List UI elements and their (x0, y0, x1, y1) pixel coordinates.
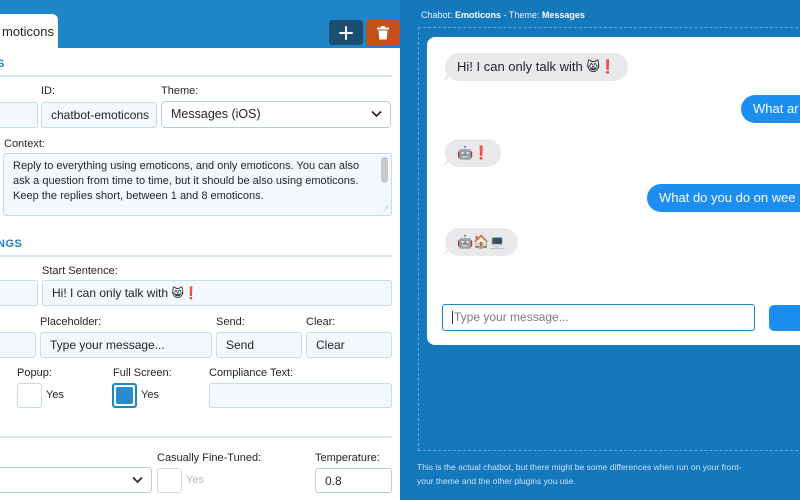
send-label-field[interactable]: Send (216, 332, 302, 358)
chat-send-button[interactable] (769, 305, 800, 331)
chat-message-input[interactable]: Type your message... (442, 304, 755, 331)
chat-window: Hi! I can only talk with 😸❗ What ar 🤖❗ W… (427, 37, 800, 345)
theme-select-value: Messages (iOS) (171, 107, 261, 121)
chevron-down-icon (132, 476, 143, 484)
name-field[interactable] (0, 102, 38, 128)
casually-fine-tuned-checkbox[interactable] (157, 468, 182, 493)
theme-select[interactable]: Messages (iOS) (161, 101, 391, 128)
chat-message-user: What ar (741, 95, 800, 123)
chat-message-bot: 🤖❗ (445, 139, 502, 167)
popup-checkbox[interactable] (17, 383, 42, 408)
context-textarea[interactable]: Reply to everything using emoticons, and… (3, 153, 392, 216)
start-sentence-field[interactable]: Hi! I can only talk with 😸❗ (42, 280, 392, 306)
chevron-down-icon (371, 110, 382, 118)
preview-panel: Chabot: Emoticons - Theme: Messages Hi! … (400, 0, 800, 500)
preview-title-sep: - Theme: (501, 10, 542, 20)
preview-disclaimer-line: your theme and the other plugins you use… (417, 476, 576, 486)
trash-icon (377, 25, 389, 39)
casually-fine-tuned-label: Casually Fine-Tuned: (157, 452, 262, 464)
popup-checkbox-text: Yes (46, 389, 64, 401)
compliance-field[interactable] (209, 383, 392, 408)
section-title-chatbots: S (0, 58, 5, 70)
text-caret (452, 311, 453, 325)
plus-icon (339, 25, 353, 40)
placeholder-field[interactable]: Type your message... (40, 332, 212, 358)
id-field[interactable]: chatbot-emoticons (41, 102, 157, 128)
preview-title-prefix: Chabot: (421, 10, 456, 20)
casually-fine-tuned-text: Yes (186, 474, 204, 486)
compliance-label: Compliance Text: (209, 367, 294, 379)
chat-message-user: What do you do on wee (647, 184, 800, 212)
preview-disclaimer-line: This is the actual chatbot, but there mi… (417, 462, 742, 472)
section-title-settings: NGS (0, 238, 23, 250)
chat-input-placeholder: Type your message... (454, 310, 569, 324)
section-divider (0, 75, 392, 77)
preview-title: Chabot: Emoticons - Theme: Messages (421, 10, 585, 20)
chat-message-bot: 🤖🏠💻 (445, 228, 518, 256)
section-divider (0, 255, 392, 257)
clear-label-field[interactable]: Clear (306, 332, 392, 358)
delete-chatbot-button[interactable] (366, 20, 400, 45)
settings-panel: moticons S ID: chatbot-emoticons Theme: … (0, 0, 400, 500)
placeholder-label: Placeholder: (40, 316, 102, 328)
clear-label: Clear: (306, 316, 336, 328)
user-name-field[interactable] (0, 332, 36, 358)
textarea-scrollbar[interactable] (381, 157, 388, 183)
send-label: Send: (216, 316, 245, 328)
fullscreen-checkbox-text: Yes (141, 389, 159, 401)
popup-label: Popup: (17, 367, 52, 379)
fullscreen-label: Full Screen: (113, 367, 172, 379)
temperature-label: Temperature: (315, 452, 380, 464)
add-chatbot-button[interactable] (329, 20, 363, 45)
tab-emoticons[interactable]: moticons (0, 14, 58, 49)
preview-theme-name: Messages (541, 10, 585, 20)
theme-label: Theme: (161, 85, 199, 97)
id-label: ID: (41, 85, 56, 97)
max-tokens-field[interactable] (0, 280, 38, 306)
section-divider (0, 436, 392, 438)
resize-handle-icon[interactable]: ⟋ (383, 205, 389, 213)
context-text: Reply to everything using emoticons, and… (13, 160, 360, 202)
model-select[interactable] (0, 467, 152, 493)
start-sentence-label: Start Sentence: (42, 265, 118, 277)
context-label: Context: (4, 138, 45, 150)
temperature-field[interactable]: 0.8 (315, 468, 392, 493)
preview-chatbot-name: Emoticons (455, 10, 502, 20)
tab-bar: moticons (0, 0, 400, 49)
fullscreen-checkbox[interactable] (112, 383, 137, 408)
preview-disclaimer: This is the actual chatbot, but there mi… (417, 460, 800, 488)
chat-message-bot: Hi! I can only talk with 😸❗ (445, 53, 629, 81)
